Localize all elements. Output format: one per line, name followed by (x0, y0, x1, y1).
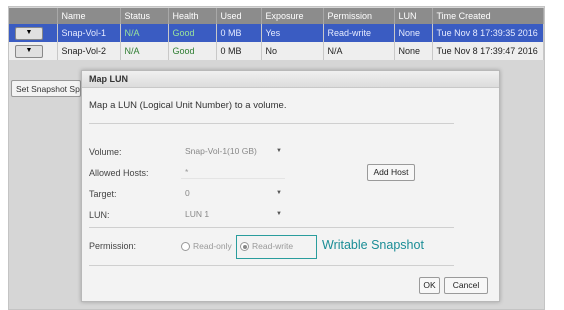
cell-permission: N/A (323, 42, 395, 60)
cell-name: Snap-Vol-2 (57, 42, 121, 60)
lun-label: LUN: (89, 210, 110, 220)
divider (89, 123, 454, 124)
volume-table: Name Status Health Used Exposure Permiss… (9, 8, 544, 60)
col-header-exposure[interactable]: Exposure (261, 8, 324, 24)
cell-used: 0 MB (216, 42, 262, 60)
highlight-box (236, 235, 317, 259)
col-header-name[interactable]: Name (57, 8, 121, 24)
cell-status: N/A (120, 24, 169, 42)
cell-exposure: Yes (261, 24, 324, 42)
allowed-hosts-label: Allowed Hosts: (89, 168, 149, 178)
col-header-time-created[interactable]: Time Created (432, 8, 544, 24)
cell-time-created: Tue Nov 8 17:39:47 2016 (432, 42, 544, 60)
col-header-permission[interactable]: Permission (323, 8, 395, 24)
target-label: Target: (89, 189, 117, 199)
dialog-title: Map LUN (82, 71, 499, 88)
cell-lun: None (394, 24, 433, 42)
target-select[interactable]: 0 ▼ (181, 187, 285, 200)
add-host-button[interactable]: Add Host (367, 164, 415, 181)
table-row[interactable]: ▼ Snap-Vol-2 N/A Good 0 MB No N/A None T… (9, 42, 544, 60)
dialog-description: Map a LUN (Logical Unit Number) to a vol… (89, 100, 287, 111)
allowed-hosts-input[interactable]: * (181, 166, 285, 179)
col-header-actions (9, 8, 58, 24)
divider (89, 227, 454, 228)
chevron-down-icon: ▼ (276, 211, 282, 217)
volume-select-value: Snap-Vol-1(10 GB) (185, 146, 257, 156)
read-only-label[interactable]: Read-only (193, 241, 232, 251)
volume-label: Volume: (89, 147, 122, 157)
cell-used: 0 MB (216, 24, 262, 42)
cancel-button[interactable]: Cancel (444, 277, 488, 294)
lun-select[interactable]: LUN 1 ▼ (181, 208, 285, 221)
lun-select-value: LUN 1 (185, 209, 210, 219)
permission-label: Permission: (89, 241, 137, 251)
table-header-row: Name Status Health Used Exposure Permiss… (9, 8, 544, 24)
cell-name: Snap-Vol-1 (57, 24, 121, 42)
read-only-radio[interactable] (181, 242, 190, 251)
ok-button[interactable]: OK (419, 277, 440, 294)
divider (89, 265, 454, 266)
cell-exposure: No (261, 42, 324, 60)
col-header-lun[interactable]: LUN (394, 8, 433, 24)
chevron-down-icon: ▼ (276, 190, 282, 196)
col-header-health[interactable]: Health (168, 8, 217, 24)
col-header-status[interactable]: Status (120, 8, 169, 24)
cell-time-created: Tue Nov 8 17:39:35 2016 (432, 24, 544, 42)
map-lun-dialog: Map LUN Map a LUN (Logical Unit Number) … (81, 70, 500, 302)
volume-select[interactable]: Snap-Vol-1(10 GB) ▼ (181, 145, 285, 158)
set-snapshot-space-button[interactable]: Set Snapshot Sp (11, 80, 81, 97)
row-dropdown-button[interactable]: ▼ (15, 45, 43, 58)
col-header-used[interactable]: Used (216, 8, 262, 24)
row-dropdown-button[interactable]: ▼ (15, 27, 43, 40)
cell-status: N/A (120, 42, 169, 60)
target-select-value: 0 (185, 188, 190, 198)
cell-health: Good (168, 24, 217, 42)
cell-lun: None (394, 42, 433, 60)
chevron-down-icon: ▼ (276, 148, 282, 154)
table-row[interactable]: ▼ Snap-Vol-1 N/A Good 0 MB Yes Read-writ… (9, 24, 544, 42)
annotation-label: Writable Snapshot (322, 238, 424, 252)
cell-health: Good (168, 42, 217, 60)
cell-permission: Read-write (323, 24, 395, 42)
